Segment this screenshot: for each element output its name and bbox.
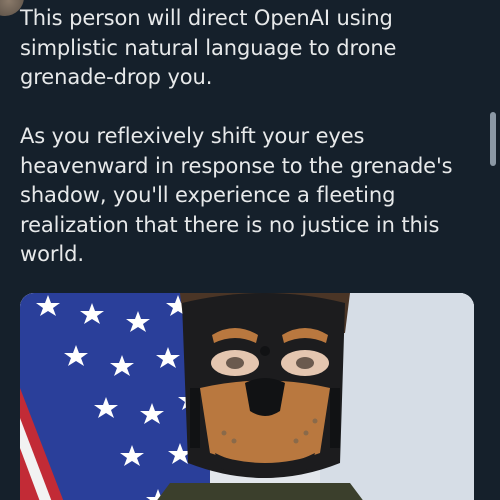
tweet-paragraph-2: As you reflexively shift your eyes heave… (20, 124, 453, 266)
media-illustration (20, 293, 474, 500)
american-flag (20, 293, 210, 500)
tweet-media-image[interactable] (20, 293, 474, 500)
tweet-paragraph-1: This person will direct OpenAI using sim… (20, 6, 397, 89)
tweet-text: This person will direct OpenAI using sim… (20, 4, 485, 270)
scrollbar-thumb[interactable] (490, 112, 496, 166)
pup-mask (182, 293, 345, 478)
